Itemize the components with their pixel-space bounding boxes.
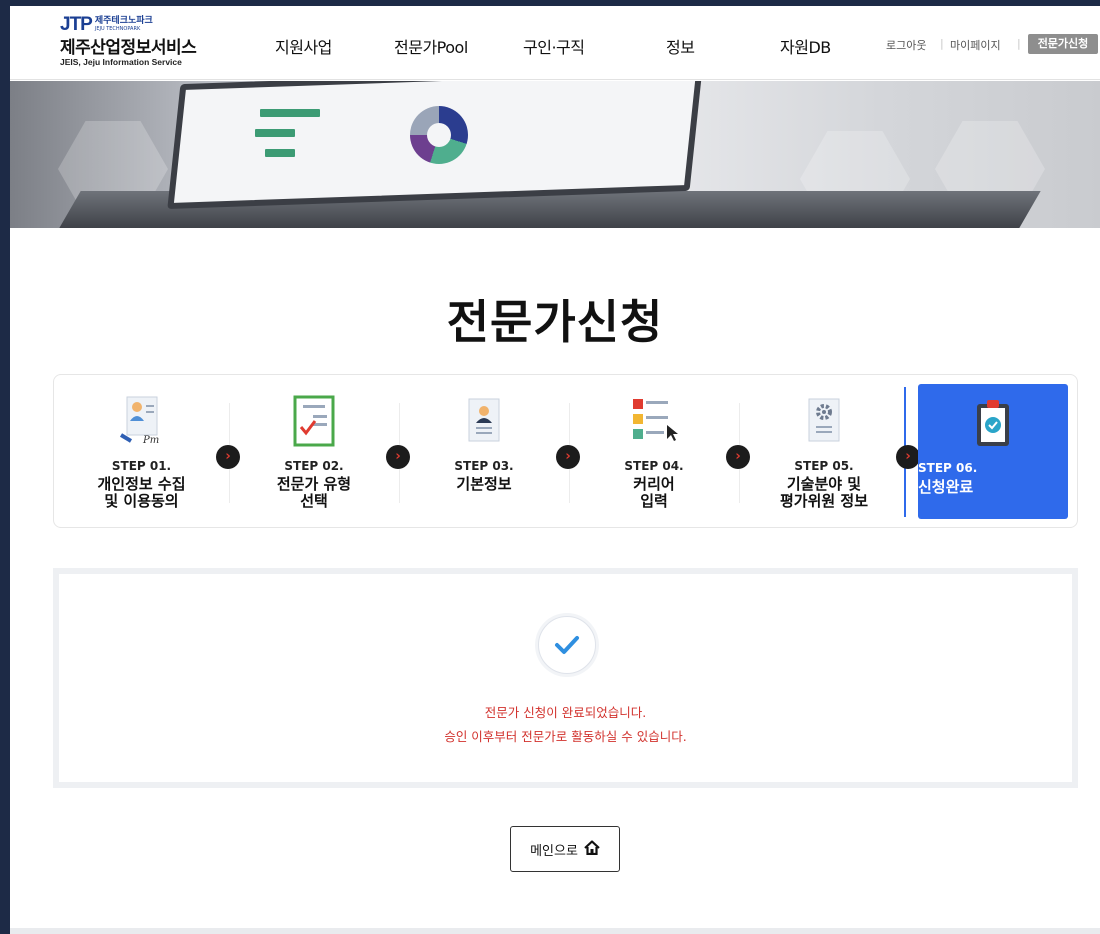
util-divider: |: [940, 37, 944, 50]
page-bottom-border: [10, 928, 1100, 934]
profile-card-icon: [459, 395, 509, 447]
logo-technopark: 제주테크노파크 JEJU TECHNOPARK: [95, 17, 153, 33]
mypage-link[interactable]: 마이페이지: [950, 37, 1001, 53]
page-title: 전문가신청: [446, 295, 664, 349]
logout-link[interactable]: 로그아웃: [886, 37, 926, 53]
logo-park-kr: 제주테크노파크: [94, 16, 153, 26]
expert-apply-button[interactable]: 전문가신청: [1028, 34, 1098, 54]
banner-bar: [260, 109, 320, 117]
nav-support[interactable]: 지원사업: [275, 34, 332, 58]
step-arrow-icon: ›: [896, 445, 920, 469]
logo-service-subtitle: JEIS, Jeju Information Service: [60, 57, 182, 67]
nav-resource-db[interactable]: 자원DB: [780, 34, 831, 58]
nav-jobs[interactable]: 구인·구직: [523, 34, 585, 58]
go-main-label: 메인으로: [530, 843, 578, 859]
step-label: 신청완료: [918, 478, 974, 496]
step-label: 커리어 입력: [633, 475, 675, 510]
page: JTP 제주테크노파크 JEJU TECHNOPARK 제주산업정보서비스 JE…: [10, 6, 1100, 934]
application-steps: Pm STEP 01. 개인정보 수집 및 이용동의 › STEP 02. 전문…: [53, 374, 1078, 528]
approval-notice: 승인 이후부터 전문가로 활동하실 수 있습니다.: [444, 729, 687, 744]
logo-jtp: JTP: [60, 14, 93, 35]
home-icon: [584, 839, 600, 859]
gear-document-icon: [799, 395, 849, 447]
site-header: JTP 제주테크노파크 JEJU TECHNOPARK 제주산업정보서비스 JE…: [10, 6, 1100, 80]
step-number: STEP 03.: [454, 459, 514, 473]
step-02: STEP 02. 전문가 유형 선택: [229, 375, 399, 529]
banner-donut-chart: [410, 106, 468, 164]
check-icon: [538, 616, 596, 674]
step-label: 개인정보 수집 및 이용동의: [97, 475, 186, 510]
completion-message: 전문가 신청이 완료되었습니다.: [484, 705, 647, 720]
banner-bar: [255, 129, 295, 137]
step-03: STEP 03. 기본정보: [399, 375, 569, 529]
clipboard-check-icon: [968, 398, 1018, 450]
svg-text:Pm: Pm: [142, 435, 159, 446]
step-number: STEP 04.: [624, 459, 684, 473]
step-number: STEP 05.: [794, 459, 854, 473]
step-number: STEP 01.: [111, 459, 172, 473]
step-04: STEP 04. 커리어 입력: [569, 375, 739, 529]
nav-info[interactable]: 정보: [666, 34, 695, 58]
step-06-active: STEP 06. 신청완료: [918, 384, 1068, 519]
window-left-border: [0, 0, 10, 934]
step-label: 전문가 유형 선택: [276, 475, 352, 510]
site-logo[interactable]: JTP 제주테크노파크 JEJU TECHNOPARK 제주산업정보서비스 JE…: [60, 14, 210, 72]
step-05: STEP 05. 기술분야 및 평가위원 정보: [739, 375, 909, 529]
step-number: STEP 06.: [918, 461, 978, 475]
step-01: Pm STEP 01. 개인정보 수집 및 이용동의: [54, 375, 229, 529]
banner-bar: [265, 149, 295, 157]
logo-park-en: JEJU TECHNOPARK: [94, 26, 141, 32]
util-divider: |: [1017, 37, 1021, 50]
logo-service-name: 제주산업정보서비스: [60, 38, 197, 58]
consent-document-icon: Pm: [117, 395, 167, 447]
step-number: STEP 02.: [284, 459, 344, 473]
career-list-icon: [629, 395, 679, 447]
nav-expert-pool[interactable]: 전문가Pool: [394, 34, 468, 58]
step-label: 기본정보: [456, 475, 512, 493]
go-main-button[interactable]: 메인으로: [510, 826, 620, 872]
checklist-icon: [289, 395, 339, 447]
step-label: 기술분야 및 평가위원 정보: [779, 475, 869, 510]
completion-panel: 전문가 신청이 완료되었습니다. 승인 이후부터 전문가로 활동하실 수 있습니…: [53, 568, 1078, 788]
hero-banner: [10, 81, 1100, 228]
